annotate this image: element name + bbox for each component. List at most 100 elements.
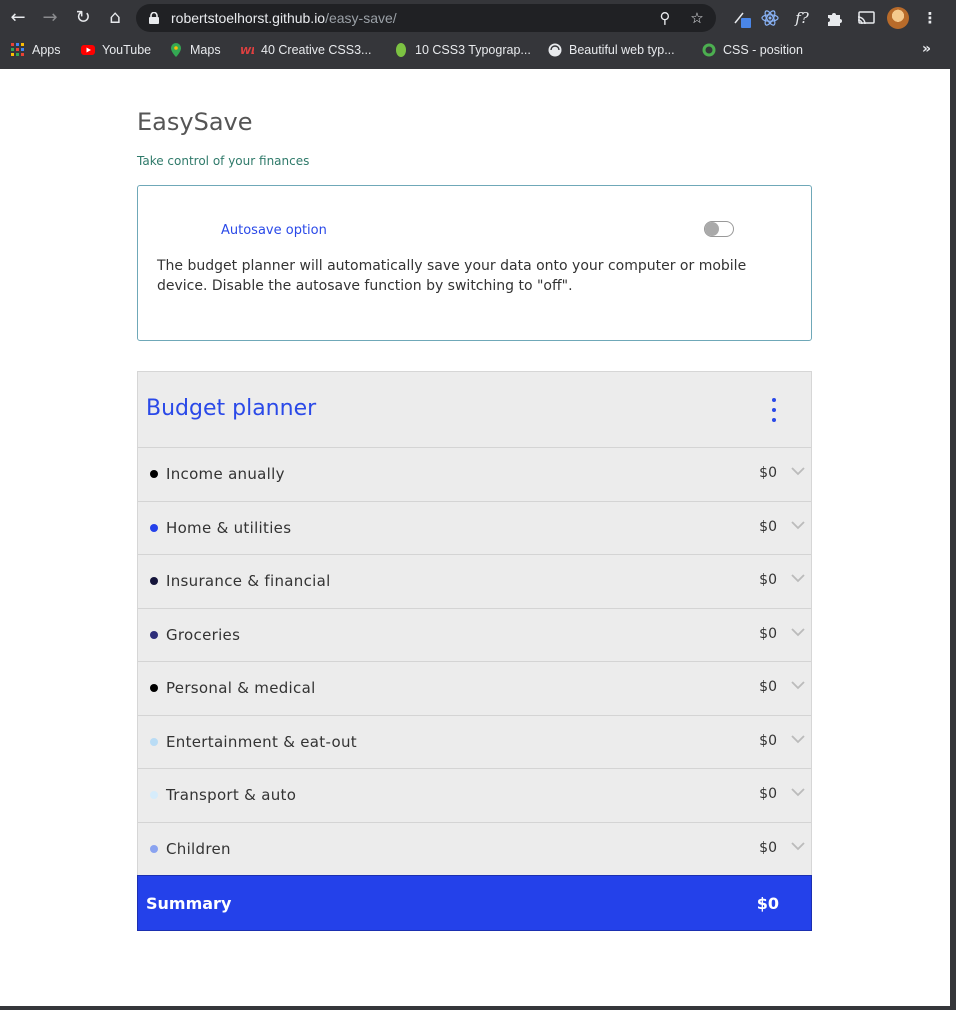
autosave-description: The budget planner will automatically sa… xyxy=(157,258,747,294)
category-color-dot xyxy=(150,523,158,532)
budget-planner: Budget planner Income anually $0 Home & ut… xyxy=(137,371,812,877)
bookmark-maps[interactable]: Maps xyxy=(169,41,221,59)
category-color-dot xyxy=(150,577,158,585)
category-row[interactable]: Transport & auto $0 xyxy=(138,769,811,823)
reload-icon[interactable]: ↻ xyxy=(72,7,94,29)
category-color-dot xyxy=(150,791,158,799)
browser-toolbar: ← → ↻ ⌂ robertstoelhorst.github.io/easy-… xyxy=(0,0,956,36)
bookmark-label: 10 CSS3 Typograp... xyxy=(415,43,531,57)
profile-avatar[interactable] xyxy=(887,7,909,29)
category-row[interactable]: Personal & medical $0 xyxy=(138,662,811,716)
bookmark-creative-css3[interactable]: WD 40 Creative CSS3... xyxy=(240,41,371,59)
category-label: Entertainment & eat-out xyxy=(166,732,357,751)
font-finder-icon[interactable]: f? xyxy=(791,7,813,29)
autosave-panel: Autosave option The budget planner will … xyxy=(137,185,812,341)
bookmark-web-typography[interactable]: Beautiful web typ... xyxy=(548,41,675,59)
category-label: Groceries xyxy=(166,625,241,644)
bookmark-css3-typography[interactable]: 10 CSS3 Typograp... xyxy=(394,41,531,59)
forward-arrow-icon[interactable]: → xyxy=(39,7,61,29)
category-color-dot xyxy=(150,684,158,692)
address-bar[interactable]: robertstoelhorst.github.io/easy-save/ ⚲ … xyxy=(136,4,716,32)
w3-icon xyxy=(702,43,716,57)
extension-pen-icon[interactable] xyxy=(731,7,753,29)
home-icon[interactable]: ⌂ xyxy=(104,7,126,29)
cast-icon[interactable] xyxy=(855,7,877,29)
category-label: Children xyxy=(166,839,231,858)
app-title: EasySave xyxy=(137,108,253,136)
bookmark-label: 40 Creative CSS3... xyxy=(261,43,372,57)
planner-header: Budget planner xyxy=(138,372,811,448)
category-amount: $0 xyxy=(759,786,777,802)
browser-chrome: ← → ↻ ⌂ robertstoelhorst.github.io/easy-… xyxy=(0,0,956,69)
category-amount: $0 xyxy=(759,625,777,642)
category-color-dot xyxy=(150,844,158,853)
zoom-search-icon[interactable]: ⚲ xyxy=(656,9,674,27)
category-row[interactable]: Children $0 xyxy=(138,823,811,876)
lock-icon xyxy=(149,12,159,24)
more-bookmarks-chevron-icon[interactable]: » xyxy=(922,41,931,57)
planner-options-kebab-icon[interactable] xyxy=(768,396,780,424)
chevron-down-icon[interactable] xyxy=(791,573,805,583)
category-amount: $0 xyxy=(759,572,777,588)
summary-label: Summary xyxy=(146,894,232,913)
bookmark-apps[interactable]: Apps xyxy=(11,41,61,59)
category-amount: $0 xyxy=(759,465,777,481)
app-tagline: Take control of your finances xyxy=(137,154,310,168)
category-row[interactable]: Home & utilities $0 xyxy=(138,502,811,555)
globe-icon xyxy=(548,43,562,57)
puzzle-extensions-icon[interactable] xyxy=(823,7,845,29)
bookmark-label: YouTube xyxy=(102,43,152,57)
back-arrow-icon[interactable]: ← xyxy=(7,7,29,29)
category-row[interactable]: Income anually $0 xyxy=(138,448,811,502)
url-path: /easy-save/ xyxy=(325,10,397,26)
apps-grid-icon xyxy=(11,43,24,56)
star-bookmark-icon[interactable]: ☆ xyxy=(688,9,706,27)
chevron-down-icon[interactable] xyxy=(791,627,805,637)
chevron-down-icon[interactable] xyxy=(791,787,805,797)
leaf-icon xyxy=(396,43,406,57)
category-label: Personal & medical xyxy=(166,679,316,697)
bookmark-label: Maps xyxy=(190,43,221,57)
category-row[interactable]: Groceries $0 xyxy=(138,609,811,662)
bookmark-label: Apps xyxy=(32,43,61,57)
category-row[interactable]: Entertainment & eat-out $0 xyxy=(138,716,811,769)
bookmark-youtube[interactable]: YouTube xyxy=(81,41,151,59)
category-row[interactable]: Insurance & financial $0 xyxy=(138,555,811,609)
category-amount: $0 xyxy=(759,839,777,856)
toggle-knob xyxy=(705,222,719,236)
bookmarks-bar: Apps YouTube Maps WD 40 Creative CSS3...… xyxy=(0,38,956,62)
summary-amount: $0 xyxy=(756,894,779,913)
category-label: Home & utilities xyxy=(166,518,292,537)
autosave-label: Autosave option xyxy=(221,223,327,238)
category-color-dot xyxy=(150,737,158,746)
autosave-toggle[interactable] xyxy=(704,221,734,237)
chevron-down-icon[interactable] xyxy=(791,734,805,744)
category-list: Income anually $0 Home & utilities $0 Insura… xyxy=(138,448,811,876)
window-frame-right xyxy=(950,69,956,1010)
bookmark-label: Beautiful web typ... xyxy=(569,43,675,57)
react-devtools-icon[interactable] xyxy=(759,7,781,29)
youtube-icon xyxy=(81,45,95,55)
category-label: Income anually xyxy=(166,465,285,483)
chevron-down-icon[interactable] xyxy=(791,520,805,530)
window-frame-bottom xyxy=(0,1006,956,1010)
bookmark-css-position[interactable]: CSS - position xyxy=(702,41,803,59)
menu-kebab-icon[interactable]: ⋮ xyxy=(919,7,941,29)
chevron-down-icon[interactable] xyxy=(791,841,805,851)
chevron-down-icon[interactable] xyxy=(791,680,805,690)
category-amount: $0 xyxy=(759,518,777,535)
category-color-dot xyxy=(150,630,158,639)
category-color-dot xyxy=(150,470,158,478)
category-label: Insurance & financial xyxy=(166,572,331,590)
webdesign-icon: WD xyxy=(240,46,254,57)
url-host: robertstoelhorst.github.io xyxy=(171,10,326,26)
category-amount: $0 xyxy=(759,679,777,695)
svg-text:WD: WD xyxy=(240,46,254,57)
maps-pin-icon xyxy=(171,43,181,57)
url-text: robertstoelhorst.github.io/easy-save/ xyxy=(171,10,397,26)
category-label: Transport & auto xyxy=(166,786,297,804)
summary-bar: Summary $0 xyxy=(137,875,812,931)
bookmark-label: CSS - position xyxy=(723,43,803,57)
planner-title: Budget planner xyxy=(146,396,317,421)
chevron-down-icon[interactable] xyxy=(791,466,805,476)
